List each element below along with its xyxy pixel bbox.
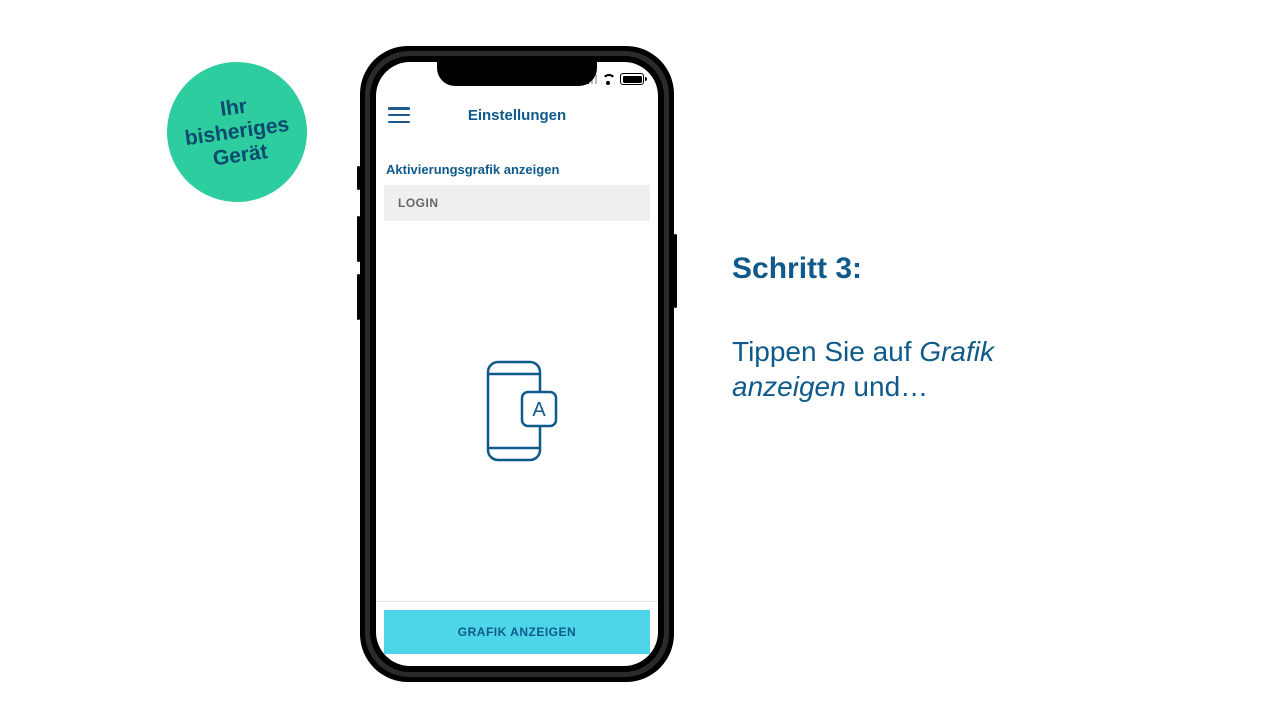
step-body-post: und…: [846, 371, 929, 402]
phone-mockup: Einstellungen Aktivierungsgrafik anzeige…: [360, 46, 674, 682]
battery-icon: [620, 73, 644, 85]
badge-line1: Ihr: [219, 94, 249, 121]
svg-text:A: A: [532, 399, 546, 421]
hamburger-menu-icon[interactable]: [388, 107, 410, 123]
phone-notch: [437, 56, 597, 86]
phone-activation-icon: A: [472, 356, 562, 466]
phone-volume-up: [357, 216, 360, 262]
section-header: Aktivierungsgrafik anzeigen: [376, 162, 658, 185]
phone-screen: Einstellungen Aktivierungsgrafik anzeige…: [376, 62, 658, 666]
step-title: Schritt 3:: [732, 252, 1092, 286]
app-header: Einstellungen: [376, 92, 658, 138]
badge-text: Ihr bisheriges Gerät: [180, 89, 294, 175]
show-graphic-button[interactable]: GRAFIK ANZEIGEN: [384, 610, 650, 654]
step-body: Tippen Sie auf Grafik anzeigen und…: [732, 334, 1092, 404]
phone-volume-down: [357, 274, 360, 320]
app-content: Aktivierungsgrafik anzeigen LOGIN A GRAF…: [376, 138, 658, 666]
phone-power-button: [674, 234, 677, 308]
step-body-pre: Tippen Sie auf: [732, 336, 919, 367]
instructions: Schritt 3: Tippen Sie auf Grafik anzeige…: [732, 252, 1092, 404]
app-header-title: Einstellungen: [376, 107, 658, 124]
previous-device-badge: Ihr bisheriges Gerät: [158, 53, 316, 211]
login-row[interactable]: LOGIN: [384, 185, 650, 221]
activation-graphic: A: [376, 221, 658, 601]
phone-silence-switch: [357, 166, 360, 190]
wifi-icon: [601, 74, 614, 84]
